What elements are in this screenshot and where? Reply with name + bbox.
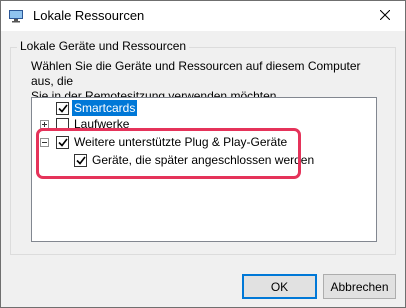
description-line-1: Wählen Sie die Geräte und Ressourcen auf… [31,59,361,88]
tree-item-label: Smartcards [72,100,138,116]
dialog-window: Lokale Ressourcen Lokale Geräte und Ress… [0,0,406,308]
ok-button[interactable]: OK [242,274,317,299]
title-bar[interactable]: Lokale Ressourcen [1,1,405,31]
group-label: Lokale Geräte und Ressourcen [17,39,190,53]
cancel-button[interactable]: Abbrechen [323,274,396,299]
close-button[interactable] [365,1,405,31]
highlight-annotation [36,128,301,179]
checkbox-smartcards[interactable] [56,101,69,115]
window-title: Lokale Ressourcen [33,8,145,23]
remote-desktop-icon [8,8,24,24]
close-icon [379,9,391,23]
